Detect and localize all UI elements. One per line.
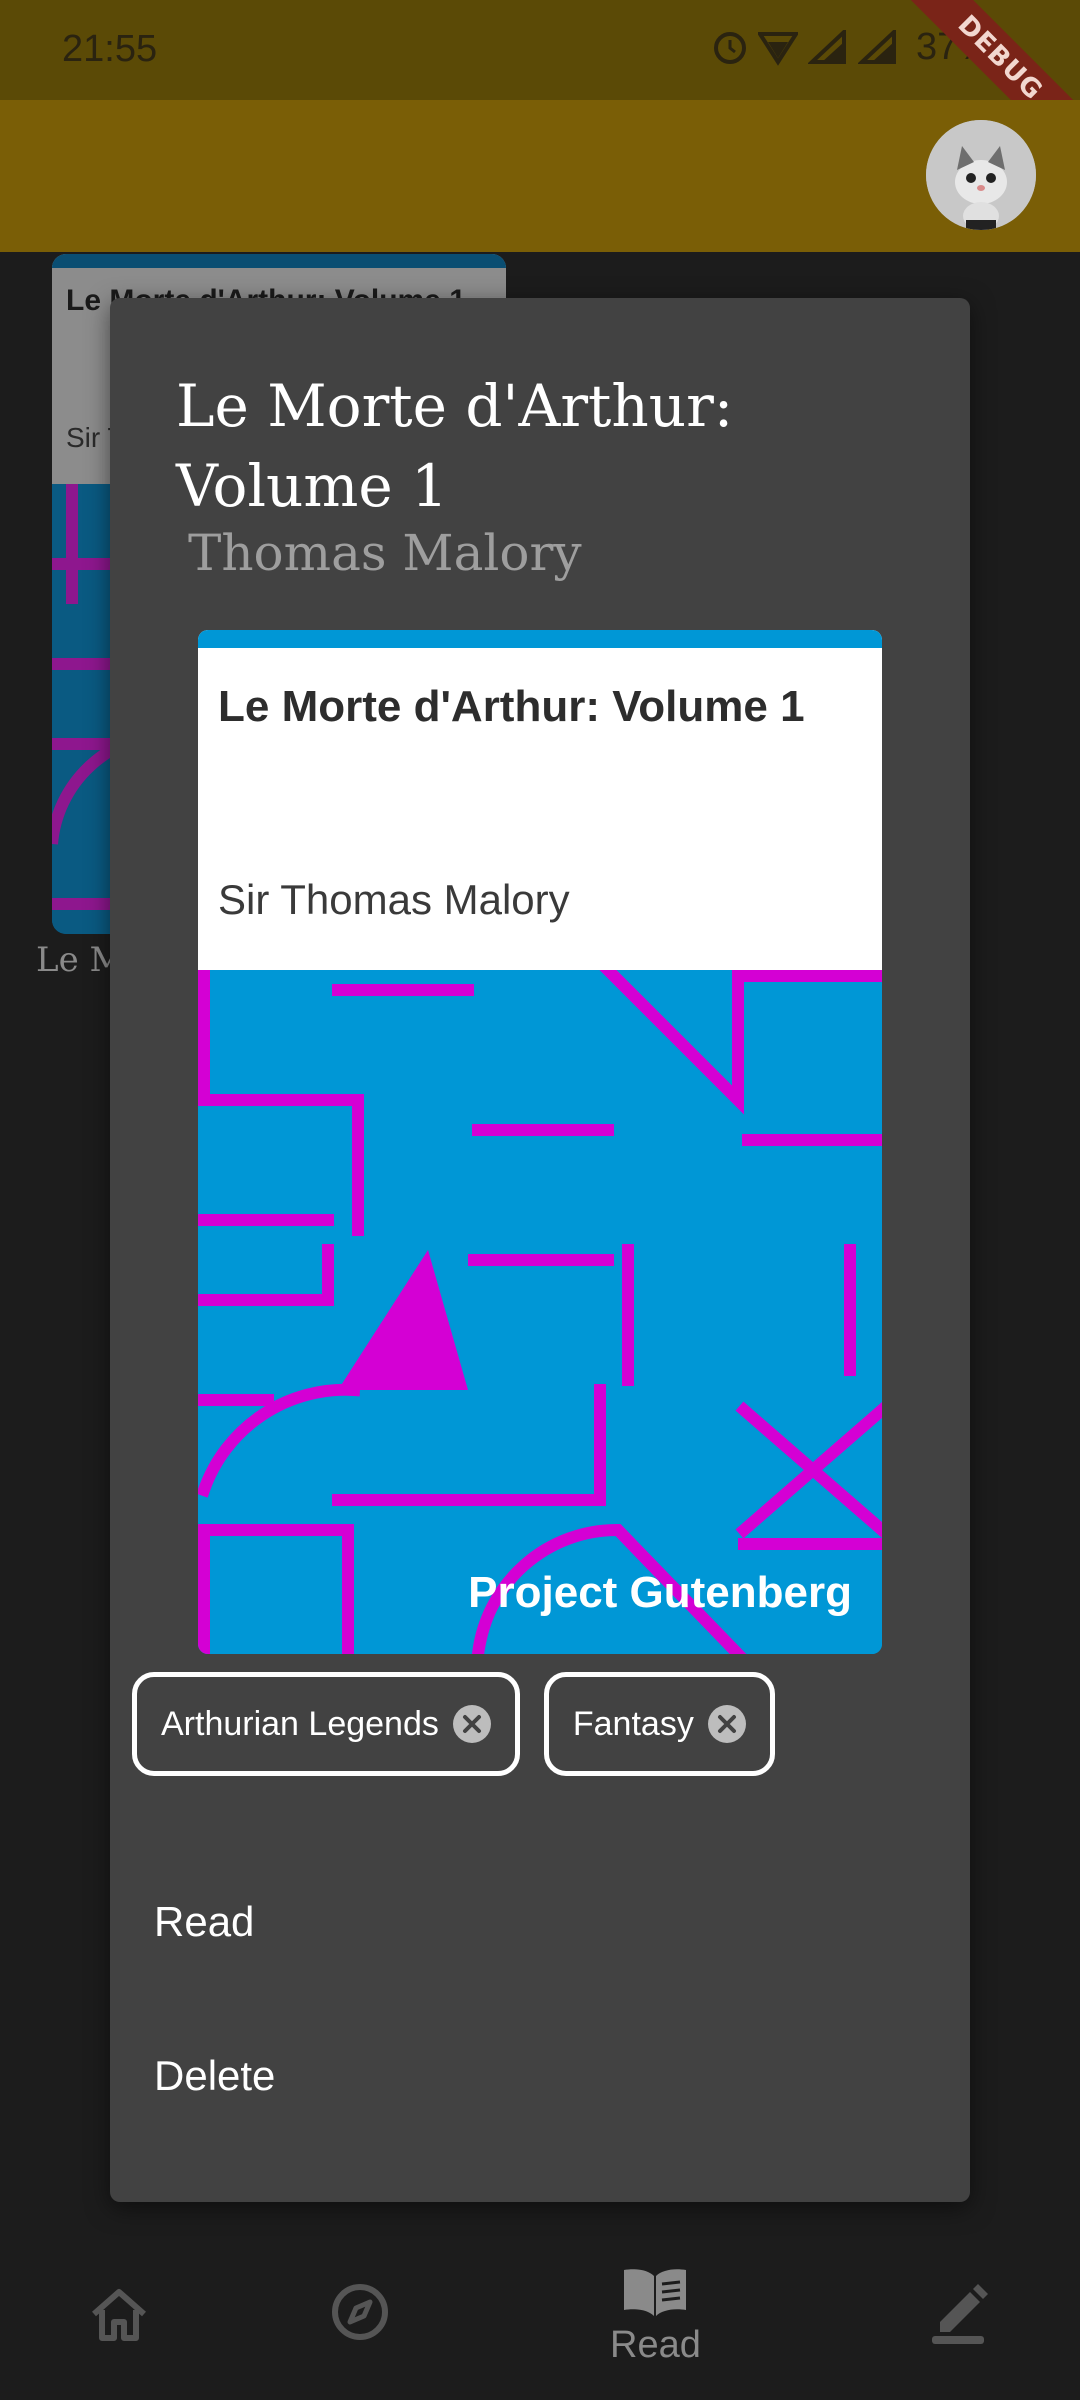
book-cover: Le Morte d'Arthur: Volume 1 Sir Thomas M… <box>198 630 882 1654</box>
book-open-icon <box>624 2269 687 2316</box>
read-button[interactable]: Read <box>154 1898 254 1946</box>
status-time: 21:55 <box>62 28 158 70</box>
app-bar <box>0 100 1080 252</box>
wifi-icon <box>757 31 798 66</box>
nav-label-read: Read <box>610 2324 701 2366</box>
delete-button[interactable]: Delete <box>154 2052 275 2100</box>
kitten-avatar-image <box>926 120 1036 230</box>
nav-item-read[interactable]: Read <box>610 2266 701 2367</box>
cover-pattern-art <box>198 970 882 1654</box>
book-detail-dialog: Le Morte d'Arthur: Volume 1 Thomas Malor… <box>110 298 970 2202</box>
home-icon <box>92 2289 146 2341</box>
tag-chip[interactable]: Arthurian Legends <box>132 1672 520 1776</box>
tag-chip-label: Arthurian Legends <box>161 1704 439 1743</box>
book-author: Thomas Malory <box>188 524 582 582</box>
nav-item-home[interactable] <box>88 2286 150 2342</box>
status-bar: 21:55 37% DEBUG <box>0 0 1080 180</box>
cover-author: Sir Thomas Malory <box>218 876 570 923</box>
signal-icon-2 <box>857 29 896 64</box>
cover-strip <box>198 630 882 648</box>
signal-icon <box>807 29 846 64</box>
remove-tag-icon[interactable] <box>452 1705 491 1743</box>
nav-item-write[interactable] <box>930 2278 990 2344</box>
cover-title: Le Morte d'Arthur: Volume 1 <box>218 682 805 731</box>
alarm-icon <box>713 31 746 64</box>
tag-chip-label: Fantasy <box>572 1704 694 1743</box>
remove-tag-icon[interactable] <box>707 1705 746 1743</box>
cover-publisher: Project Gutenberg <box>468 1568 852 1617</box>
avatar[interactable] <box>926 120 1036 230</box>
bottom-navigation: Read <box>0 2220 1080 2400</box>
edit-icon <box>932 2284 988 2344</box>
card-cover-strip <box>52 254 506 268</box>
tag-chip[interactable]: Fantasy <box>543 1672 775 1776</box>
tag-chips: Arthurian Legends Fantasy <box>132 1672 775 1776</box>
compass-icon <box>332 2284 388 2340</box>
book-title: Le Morte d'Arthur: Volume 1 <box>176 372 734 520</box>
nav-item-explore[interactable] <box>330 2282 390 2342</box>
